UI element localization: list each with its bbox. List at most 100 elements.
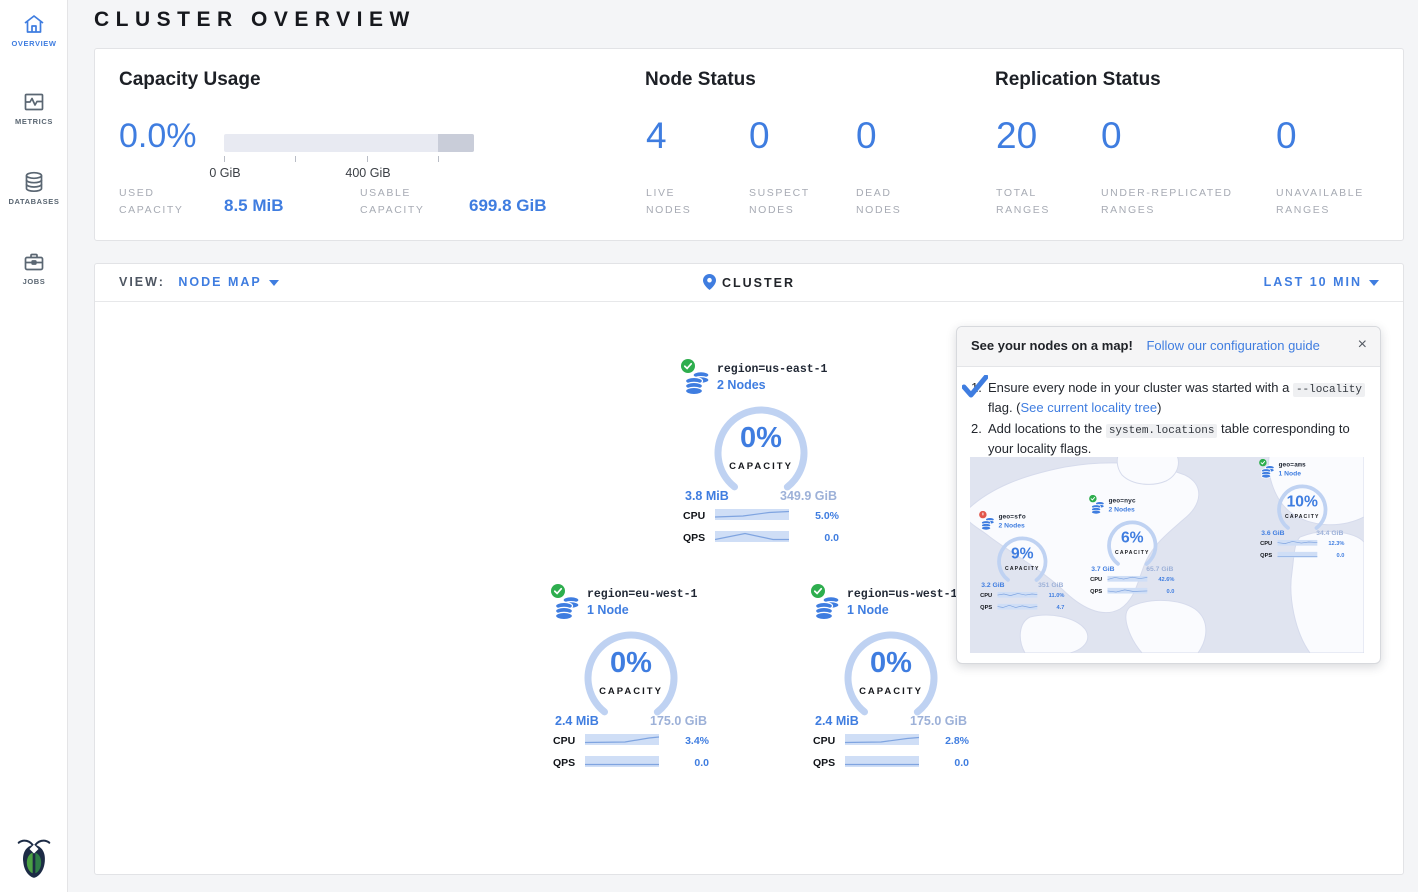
locality-tree-link[interactable]: See current locality tree	[1021, 400, 1158, 415]
dead-nodes-value: 0	[856, 115, 877, 157]
qps-value: 4.7	[1037, 604, 1064, 610]
cpu-label: CPU	[553, 735, 585, 747]
qps-value: 0.0	[919, 757, 969, 769]
cpu-sparkline	[997, 591, 1037, 601]
sidebar-item-label: JOBS	[0, 277, 68, 286]
cpu-label: CPU	[1090, 576, 1107, 582]
page-title: CLUSTER OVERVIEW	[94, 8, 416, 32]
node-map-card: VIEW: NODE MAP CLUSTER LAST 10 MIN regio…	[94, 263, 1404, 875]
qps-sparkline	[585, 754, 659, 772]
node-count: 1 Node	[587, 603, 713, 617]
unavailable-value: 0	[1276, 115, 1297, 157]
region-label: geo=sfo	[999, 513, 1067, 521]
cpu-sparkline	[1277, 539, 1317, 549]
mini-node-gauge-ams: geo=ams 1 Node 10% CAPACITY 3.6 GiB34.4 …	[1258, 461, 1347, 560]
capacity-tick	[367, 156, 368, 162]
step-text: Add locations to the system.locations ta…	[988, 420, 1366, 459]
used-capacity-label: USED CAPACITY	[119, 185, 199, 220]
node-count: 2 Nodes	[1109, 506, 1177, 514]
suspect-nodes-label: SUSPECT NODES	[749, 185, 829, 220]
close-icon[interactable]: ×	[1358, 336, 1367, 354]
capacity-percent: 0%	[839, 647, 943, 680]
node-count: 2 Nodes	[717, 378, 843, 392]
map-config-popup: See your nodes on a map! Follow our conf…	[956, 326, 1381, 664]
capacity-gauge: 0% CAPACITY	[579, 630, 683, 722]
sidebar-item-label: DATABASES	[0, 197, 68, 206]
cpu-sparkline	[585, 732, 659, 750]
cluster-breadcrumb: CLUSTER	[95, 274, 1403, 290]
total-ranges-label: TOTAL RANGES	[996, 185, 1076, 220]
mini-node-gauge-sfo: geo=sfo 2 Nodes 9% CAPACITY 3.2 GiB351 G…	[978, 513, 1067, 612]
qps-label: QPS	[1260, 552, 1277, 558]
cpu-sparkline	[715, 507, 789, 525]
region-label: region=us-east-1	[717, 363, 843, 376]
capacity-label: CAPACITY	[839, 686, 943, 697]
popup-title: See your nodes on a map!	[971, 338, 1133, 353]
sidebar-item-label: METRICS	[0, 117, 68, 126]
sidebar-item-databases[interactable]: DATABASES	[0, 170, 68, 206]
cpu-label: CPU	[1260, 540, 1277, 546]
node-gauge-header: region=us-east-1 2 Nodes	[679, 363, 843, 397]
cluster-label: CLUSTER	[722, 276, 795, 290]
qps-sparkline	[845, 754, 919, 772]
capacity-bar	[224, 134, 474, 152]
map-toolbar: VIEW: NODE MAP CLUSTER LAST 10 MIN	[95, 264, 1403, 302]
node-gauge-eu-west-1[interactable]: region=eu-west-1 1 Node 0% CAPACITY 2.4 …	[549, 588, 713, 772]
status-ok-icon	[551, 584, 565, 603]
usable-capacity-label: USABLE CAPACITY	[360, 185, 450, 220]
code-locality-flag: --locality	[1293, 383, 1365, 397]
node-gauge-us-west-1[interactable]: region=us-west-1 1 Node 0% CAPACITY 2.4 …	[809, 588, 973, 772]
under-replicated-label: UNDER-REPLICATED RANGES	[1101, 185, 1261, 220]
cpu-value: 5.0%	[789, 510, 839, 522]
cpu-value: 12.3%	[1317, 540, 1344, 546]
sidebar-item-label: OVERVIEW	[0, 39, 68, 48]
region-label: region=eu-west-1	[587, 588, 713, 601]
capacity-percent: 0%	[579, 647, 683, 680]
capacity-label: CAPACITY	[709, 461, 813, 472]
qps-label: QPS	[683, 532, 715, 544]
dead-nodes-label: DEAD NODES	[856, 185, 926, 220]
total-ranges-value: 20	[996, 115, 1037, 157]
qps-sparkline	[1277, 551, 1317, 561]
cpu-sparkline	[1107, 575, 1147, 585]
qps-sparkline	[1107, 587, 1147, 597]
capacity-bar-segment	[438, 134, 474, 152]
qps-value: 0.0	[1147, 588, 1174, 594]
location-pin-icon	[703, 274, 716, 290]
qps-value: 0.0	[659, 757, 709, 769]
capacity-gauge: 0% CAPACITY	[839, 630, 943, 722]
unavailable-label: UNAVAILABLE RANGES	[1276, 185, 1386, 220]
qps-value: 0.0	[1317, 552, 1344, 558]
capacity-gauge: 0% CAPACITY	[709, 405, 813, 497]
used-capacity-value: 8.5 MiB	[224, 196, 284, 216]
time-range-dropdown[interactable]: LAST 10 MIN	[1264, 275, 1379, 289]
node-gauge-header: region=us-west-1 1 Node	[809, 588, 973, 622]
capacity-percent: 0%	[709, 422, 813, 455]
cpu-value: 3.4%	[659, 735, 709, 747]
cpu-value: 2.8%	[919, 735, 969, 747]
qps-label: QPS	[1090, 588, 1107, 594]
qps-sparkline	[997, 603, 1037, 613]
status-warning-icon	[979, 511, 987, 521]
popup-step-2: 2. Add locations to the system.locations…	[971, 420, 1366, 459]
sidebar-item-jobs[interactable]: JOBS	[0, 250, 68, 286]
node-gauge-us-east-1[interactable]: region=us-east-1 2 Nodes 0% CAPACITY 3.8…	[679, 363, 843, 547]
sidebar-item-metrics[interactable]: METRICS	[0, 90, 68, 126]
region-label: geo=ams	[1279, 461, 1347, 469]
live-nodes-label: LIVE NODES	[646, 185, 716, 220]
configuration-guide-link[interactable]: Follow our configuration guide	[1146, 338, 1319, 353]
sidebar-item-overview[interactable]: OVERVIEW	[0, 12, 68, 48]
capacity-label: CAPACITY	[1104, 550, 1160, 556]
capacity-tick-label: 400 GiB	[338, 166, 398, 180]
status-ok-icon	[1089, 495, 1097, 505]
capacity-tick	[224, 156, 225, 162]
qps-label: QPS	[980, 604, 997, 610]
under-replicated-value: 0	[1101, 115, 1122, 157]
example-map-image: geo=sfo 2 Nodes 9% CAPACITY 3.2 GiB351 G…	[970, 457, 1364, 653]
capacity-label: CAPACITY	[579, 686, 683, 697]
capacity-used-percent: 0.0%	[119, 117, 197, 156]
capacity-tick	[295, 156, 296, 162]
summary-card: Capacity Usage 0.0% 0 GiB 400 GiB USED C…	[94, 48, 1404, 241]
sidebar: OVERVIEW METRICS DATABASES JOBS	[0, 0, 68, 892]
cpu-sparkline	[845, 732, 919, 750]
